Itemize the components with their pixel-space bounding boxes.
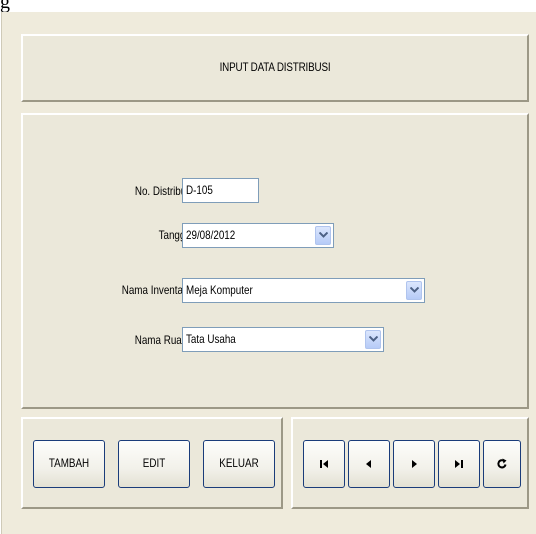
- edit-button-label: EDIT: [142, 456, 166, 470]
- last-record-button[interactable]: [438, 440, 480, 488]
- tambah-button[interactable]: TAMBAH: [33, 440, 105, 488]
- title-panel: INPUT DATA DISTRIBUSI: [21, 34, 529, 102]
- previous-record-icon: [366, 460, 371, 468]
- chevron-down-icon[interactable]: [406, 281, 422, 300]
- chevron-down-icon[interactable]: [315, 226, 331, 245]
- nama-ruang-value: Tata Usaha: [186, 332, 236, 346]
- next-record-icon: [412, 460, 417, 468]
- first-record-icon: [320, 460, 328, 468]
- edit-button[interactable]: EDIT: [118, 440, 190, 488]
- tanggal-date-picker[interactable]: 29/08/2012: [182, 223, 334, 248]
- keluar-button[interactable]: KELUAR: [203, 440, 275, 488]
- action-buttons-panel: TAMBAH EDIT KELUAR: [21, 417, 283, 509]
- last-record-icon: [455, 460, 463, 468]
- no-distribusi-input[interactable]: D-105: [182, 178, 259, 203]
- chevron-down-icon[interactable]: [365, 330, 381, 349]
- first-record-button[interactable]: [303, 440, 345, 488]
- keluar-button-label: KELUAR: [219, 456, 259, 470]
- next-record-button[interactable]: [393, 440, 435, 488]
- form-panel: No. Distribusi D-105 Tanggal 29/08/2012 …: [21, 113, 529, 409]
- no-distribusi-value: D-105: [186, 183, 213, 197]
- input-distribusi-window: INPUT DATA DISTRIBUSI No. Distribusi D-1…: [1, 12, 536, 534]
- refresh-button[interactable]: [483, 440, 521, 488]
- navigation-panel: [291, 417, 529, 509]
- nama-ruang-select[interactable]: Tata Usaha: [182, 327, 384, 352]
- tambah-button-label: TAMBAH: [48, 456, 90, 470]
- previous-record-button[interactable]: [348, 440, 390, 488]
- page-title: INPUT DATA DISTRIBUSI: [219, 60, 331, 74]
- nama-inventaris-select[interactable]: Meja Komputer: [182, 278, 425, 303]
- tanggal-value: 29/08/2012: [186, 228, 236, 242]
- refresh-icon: [497, 458, 507, 469]
- nama-inventaris-value: Meja Komputer: [186, 283, 253, 297]
